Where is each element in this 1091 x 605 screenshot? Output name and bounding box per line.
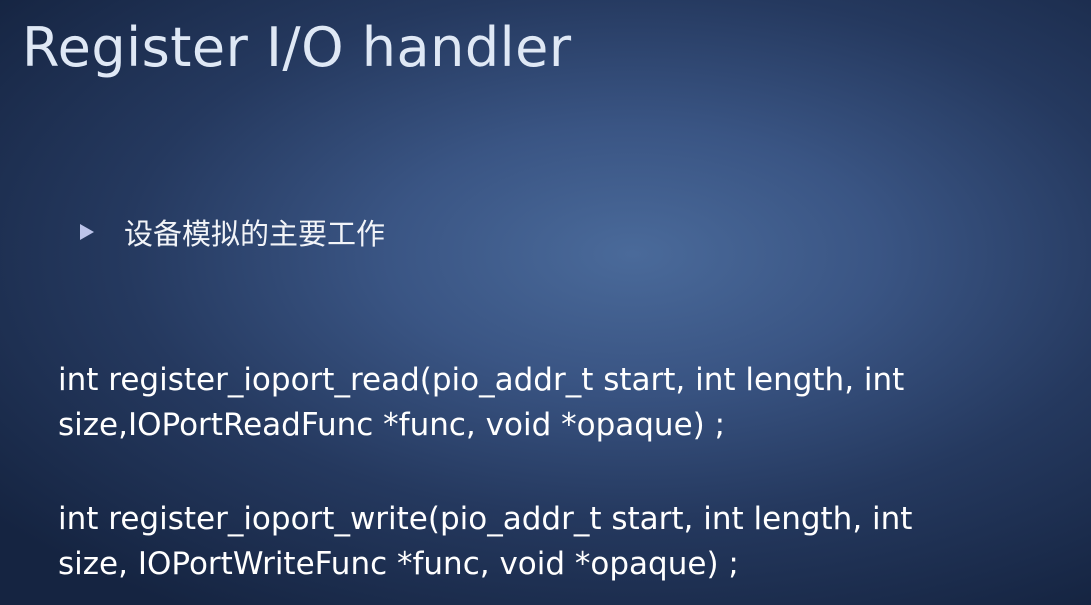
presentation-slide: Register I/O handler 设备模拟的主要工作 int regis… — [0, 0, 1091, 605]
slide-title: Register I/O handler — [22, 16, 572, 79]
bullet-text: 设备模拟的主要工作 — [124, 217, 386, 251]
code-line: int register_ioport_read(pio_addr_t star… — [58, 362, 905, 398]
code-line: size,IOPortReadFunc *func, void *opaque)… — [58, 407, 726, 443]
triangle-bullet-icon — [80, 224, 94, 240]
register-ioport-read-signature: int register_ioport_read(pio_addr_t star… — [58, 358, 1078, 448]
code-line: size, IOPortWriteFunc *func, void *opaqu… — [58, 546, 739, 582]
bullet-item: 设备模拟的主要工作 — [80, 212, 385, 252]
code-line: int register_ioport_write(pio_addr_t sta… — [58, 501, 913, 537]
register-ioport-write-signature: int register_ioport_write(pio_addr_t sta… — [58, 497, 1078, 587]
